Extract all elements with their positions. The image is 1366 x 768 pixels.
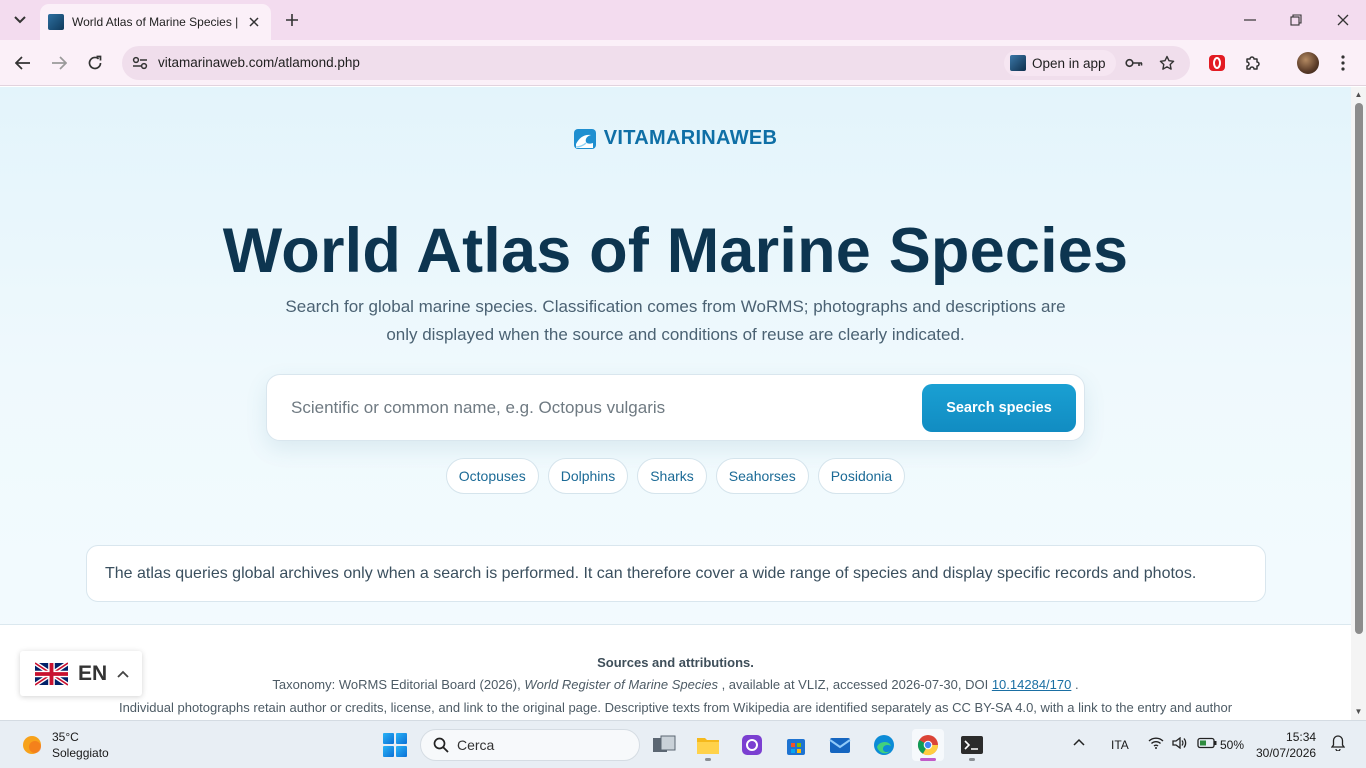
battery-charging-icon[interactable]	[1197, 737, 1217, 752]
clock-date: 30/07/2026	[1256, 746, 1317, 760]
chip-dolphins[interactable]: Dolphins	[547, 458, 629, 494]
profile-avatar[interactable]	[1297, 52, 1319, 74]
outlook-icon[interactable]	[824, 729, 856, 761]
chip-octopuses[interactable]: Octopuses	[445, 458, 539, 494]
weather-description: Soleggiato	[52, 746, 109, 760]
scrollbar-thumb[interactable]	[1355, 103, 1363, 634]
uk-flag-icon	[35, 661, 68, 686]
input-language[interactable]: ITA	[1111, 738, 1129, 752]
species-search-input[interactable]	[283, 387, 903, 429]
edge-browser-icon[interactable]	[868, 729, 900, 761]
task-view-icon[interactable]	[648, 729, 680, 761]
language-switcher[interactable]: EN	[20, 651, 142, 696]
quick-search-chips: Octopuses Dolphins Sharks Seahorses Posi…	[0, 458, 1351, 494]
bookmark-star-icon[interactable]	[1157, 53, 1177, 73]
browser-tab-bar: World Atlas of Marine Species |	[0, 0, 1366, 40]
forward-arrow-icon[interactable]	[47, 51, 71, 75]
taxonomy-middle: , available at VLIZ, accessed 2026-07-30…	[717, 677, 992, 692]
browser-tab-active[interactable]: World Atlas of Marine Species |	[40, 4, 271, 40]
sources-title: Sources and attributions.	[597, 655, 754, 670]
brand-name: VITAMARINAWEB	[603, 127, 778, 149]
taxonomy-prefix: Taxonomy: WoRMS Editorial Board (2026),	[272, 677, 525, 692]
restore-icon[interactable]	[1284, 8, 1308, 32]
browser-menu-kebab-icon[interactable]	[1331, 51, 1355, 75]
page-title: World Atlas of Marine Species	[222, 216, 1129, 286]
chevron-up-icon	[117, 670, 129, 678]
taxonomy-citation: Taxonomy: WoRMS Editorial Board (2026), …	[0, 677, 1351, 692]
close-window-icon[interactable]	[1331, 8, 1355, 32]
chrome-browser-icon[interactable]	[912, 729, 944, 761]
microsoft-store-icon[interactable]	[780, 729, 812, 761]
teams-app-icon[interactable]	[736, 729, 768, 761]
show-hidden-icons-chevron-icon[interactable]	[1073, 735, 1085, 749]
scroll-up-arrow-icon[interactable]: ▲	[1354, 90, 1363, 99]
sunny-weather-icon[interactable]	[20, 733, 44, 757]
language-code: EN	[78, 661, 108, 685]
search-form: Search species	[266, 374, 1085, 441]
password-key-icon[interactable]	[1124, 53, 1144, 73]
doi-link[interactable]: 10.14284/170	[992, 677, 1072, 692]
chip-sharks[interactable]: Sharks	[637, 458, 707, 494]
app-icon	[1010, 55, 1026, 71]
info-text: The atlas queries global archives only w…	[105, 564, 1197, 582]
wave-logo-icon	[573, 128, 596, 149]
search-species-button[interactable]: Search species	[922, 384, 1076, 432]
new-tab-plus-icon[interactable]	[282, 10, 302, 30]
tab-favicon-icon	[48, 14, 64, 30]
opera-extension-icon[interactable]	[1205, 51, 1229, 75]
battery-percentage: 50%	[1220, 738, 1245, 752]
search-icon	[433, 737, 449, 753]
photos-attribution: Individual photographs retain author or …	[118, 700, 1233, 715]
site-brand[interactable]: VITAMARINAWEB	[0, 127, 1351, 150]
wifi-icon[interactable]	[1148, 737, 1164, 752]
open-in-app-label: Open in app	[1032, 55, 1106, 71]
windows-taskbar: 35°C Soleggiato Cerca ITA 50% 15:34 30/0…	[0, 720, 1366, 768]
tab-close-icon[interactable]	[245, 13, 263, 31]
tab-title: World Atlas of Marine Species |	[72, 15, 239, 29]
system-clock[interactable]: 15:34 30/07/2026	[1256, 729, 1316, 761]
windows-start-icon[interactable]	[383, 733, 407, 757]
open-in-app-button[interactable]: Open in app	[1004, 50, 1116, 76]
info-notice: The atlas queries global archives only w…	[86, 545, 1266, 602]
reload-icon[interactable]	[83, 51, 107, 75]
clock-time: 15:34	[1286, 730, 1317, 744]
taxonomy-work-title: World Register of Marine Species	[524, 677, 718, 692]
url-text[interactable]: vitamarinaweb.com/atlamond.php	[158, 55, 360, 70]
terminal-icon[interactable]	[956, 729, 988, 761]
back-arrow-icon[interactable]	[11, 51, 35, 75]
file-explorer-icon[interactable]	[692, 729, 724, 761]
volume-icon[interactable]	[1172, 736, 1188, 752]
site-info-tune-icon[interactable]	[130, 53, 150, 73]
chip-seahorses[interactable]: Seahorses	[715, 458, 809, 494]
page-viewport: VITAMARINAWEB World Atlas of Marine Spec…	[0, 87, 1351, 720]
minimize-icon[interactable]	[1238, 8, 1262, 32]
footer-sources: Sources and attributions. Taxonomy: WoRM…	[0, 625, 1351, 720]
weather-temperature: 35°C	[52, 730, 79, 744]
tab-search-chevron-icon[interactable]	[8, 8, 32, 32]
address-bar[interactable]: vitamarinaweb.com/atlamond.php Open in a…	[122, 46, 1190, 80]
page-scrollbar[interactable]: ▲ ▼	[1351, 87, 1366, 720]
taskbar-search[interactable]: Cerca	[420, 729, 640, 761]
extensions-puzzle-icon[interactable]	[1241, 51, 1265, 75]
chip-posidonia[interactable]: Posidonia	[817, 458, 906, 494]
taskbar-search-label: Cerca	[457, 737, 495, 753]
page-subtitle: Search for global marine species. Classi…	[285, 297, 1066, 344]
taxonomy-suffix: .	[1071, 677, 1079, 692]
browser-toolbar: vitamarinaweb.com/atlamond.php Open in a…	[0, 40, 1366, 86]
scroll-down-arrow-icon[interactable]: ▼	[1354, 707, 1363, 716]
notifications-bell-icon[interactable]	[1330, 735, 1346, 754]
